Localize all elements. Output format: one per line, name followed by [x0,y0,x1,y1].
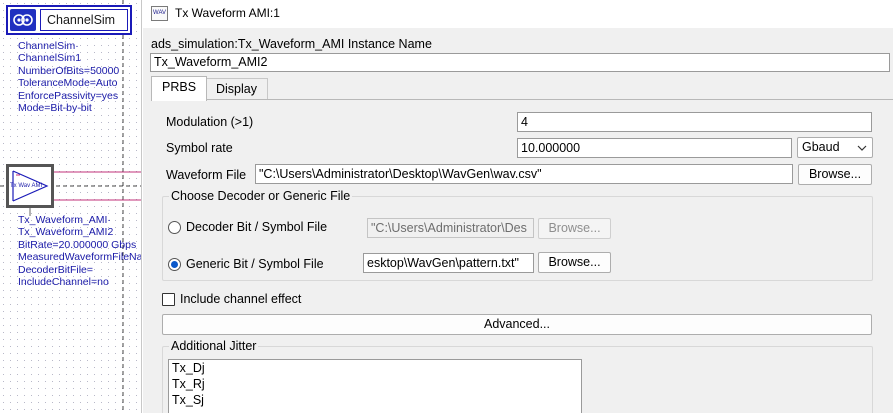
symbol-rate-unit-value: Gbaud [802,140,840,154]
channelsim-label: ChannelSim [40,9,128,31]
instance-name-label: ads_simulation:Tx_Waveform_AMI Instance … [151,37,432,51]
channelsim-component[interactable]: ChannelSim [6,5,132,35]
channelsim-param: ChannelSim· [18,40,79,52]
dialog-title: Tx Waveform AMI:1 [175,6,280,20]
channelsim-param: ToleranceMode=Auto [18,77,118,90]
channelsim-param: ChannelSim1 [18,52,82,65]
tx-param: MeasuredWaveformFileNa [18,251,142,264]
tab-display[interactable]: Display [205,78,268,100]
channelsim-param: EnforcePassivity=yes [18,89,119,102]
modulation-input[interactable]: 4 [517,112,872,132]
tx-param: BitRate=20.000000 Gbps [18,238,137,251]
decoder-file-label: Decoder Bit / Symbol File [186,220,328,234]
channelsim-param: Mode=Bit-by-bit [18,102,92,115]
jitter-group-title: Additional Jitter [169,339,259,353]
instance-name-input[interactable]: Tx_Waveform_AMI2 [150,53,890,72]
list-item[interactable]: Tx_Dj [169,360,581,376]
tx-param: Tx_Waveform_AMI· [18,214,111,226]
generic-browse-button[interactable]: Browse... [538,252,611,273]
dialog-titlebar[interactable]: WAV Tx Waveform AMI:1 [143,0,893,28]
decoder-file-radio[interactable] [168,221,181,234]
decoder-group-title: Choose Decoder or Generic File [169,189,353,203]
include-channel-checkbox[interactable] [162,293,175,306]
symbol-rate-label: Symbol rate [166,141,233,155]
decoder-browse-button[interactable]: Browse... [538,218,611,239]
tx-waveform-dialog: WAV Tx Waveform AMI:1 ads_simulation:Tx_… [143,0,893,413]
list-item[interactable]: Tx_Rj [169,376,581,392]
include-channel-label: Include channel effect [180,292,302,306]
symbol-rate-input[interactable]: 10.000000 [517,138,792,158]
waveform-browse-button[interactable]: Browse... [798,164,872,185]
decoder-file-input[interactable]: "C:\Users\Administrator\Des [367,218,534,238]
modulation-label: Modulation (>1) [166,115,254,129]
tx-symbol-text: Tx Wav AMI [10,183,43,189]
jitter-listbox[interactable]: Tx_Dj Tx_Rj Tx_Sj [168,359,582,413]
tx-params: Tx_Waveform_AMI· Tx_Waveform_AMI2 BitRat… [18,214,142,289]
channelsim-param: NumberOfBits=50000 [18,64,120,77]
generic-file-input[interactable]: esktop\WavGen\pattern.txt" [363,253,534,273]
component-app-icon: WAV [151,6,168,21]
schematic-canvas[interactable]: ChannelSim ChannelSim· ChannelSim1 Numbe… [0,0,142,413]
tx-waveform-ami-component[interactable]: Tx Wav AMI [6,164,54,208]
waveform-file-label: Waveform File [166,168,247,182]
symbol-rate-unit-select[interactable]: Gbaud [797,137,873,158]
advanced-button[interactable]: Advanced... [162,314,872,335]
waveform-file-input[interactable]: "C:\Users\Administrator\Desktop\WavGen\w… [255,164,793,184]
generic-file-radio[interactable] [168,258,181,271]
generic-file-label: Generic Bit / Symbol File [186,257,324,271]
list-item[interactable]: Tx_Sj [169,392,581,408]
channelsim-params: ChannelSim· ChannelSim1 NumberOfBits=500… [18,40,119,114]
tx-param: Tx_Waveform_AMI2 [18,226,114,239]
tx-param: IncludeChannel=no [18,276,109,289]
channelsim-icon [10,9,36,31]
tab-prbs[interactable]: PRBS [151,76,208,101]
chevron-down-icon [857,141,867,160]
tx-param: DecoderBitFile= [18,263,93,276]
prbs-tab-panel: Modulation (>1) 4 Symbol rate 10.000000 … [151,99,893,413]
